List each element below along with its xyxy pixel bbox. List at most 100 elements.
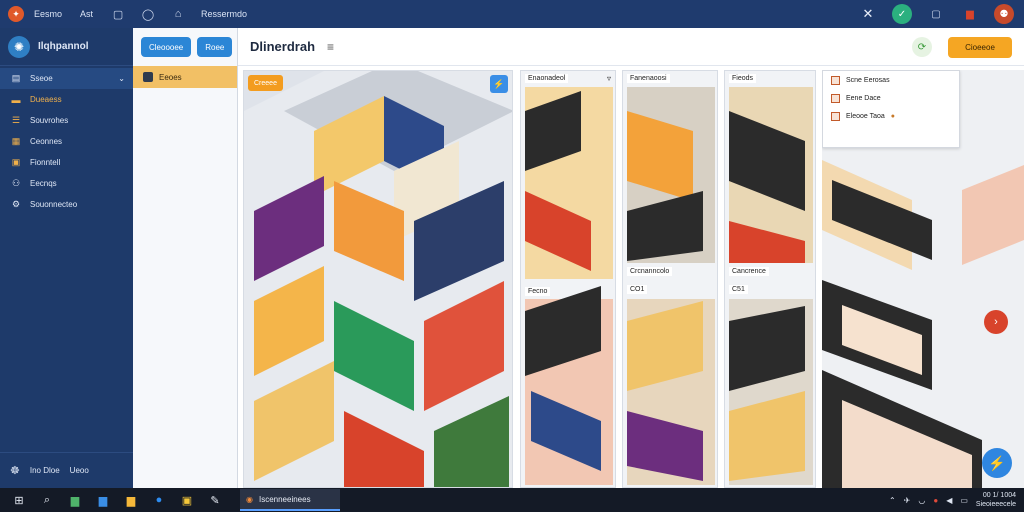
expand-icon[interactable]: ⚡ — [490, 75, 508, 93]
popup-row[interactable]: Scne Eerosas — [823, 71, 959, 89]
secondary-panel: Cleoooee Roee Eeoes — [133, 28, 238, 488]
check-circle-icon[interactable]: ✓ — [892, 4, 912, 24]
main-header: Dlinerdrah ≡ ⟳ Cioeeoe — [238, 28, 1024, 66]
sidebar-item-label: Sseoe — [30, 74, 53, 83]
files-icon[interactable]: ▆ — [64, 491, 86, 509]
checkbox-icon[interactable] — [831, 75, 840, 85]
floor-plan-detail[interactable]: Scne Eerosas Eene Dace Eleooe Taoa ● › ⚡ — [822, 70, 1024, 488]
popup-row[interactable]: Eleooe Taoa ● — [823, 107, 959, 125]
chart-icon: ▦ — [11, 136, 21, 146]
info-popup: Scne Eerosas Eene Dace Eleooe Taoa ● — [822, 70, 960, 148]
card-sub-label: Cancrence — [729, 267, 769, 276]
sidebar-title: Ilqhpannol — [38, 41, 89, 52]
card-sub-label: Crcnanncolo — [627, 267, 673, 276]
sidebar-item-0[interactable]: ▤ Sseoe ⌄ — [0, 68, 133, 89]
refresh-icon[interactable]: ⟳ — [912, 37, 932, 57]
next-arrow-icon[interactable]: › — [984, 310, 1008, 334]
main-area: Dlinerdrah ≡ ⟳ Cioeeoe Creeee ⚡ Enaonade… — [238, 28, 1024, 488]
sidebar-item-3[interactable]: ▦ Ceonnes — [0, 131, 133, 152]
settings-icon: ⚙ — [11, 199, 21, 209]
footer-label-left[interactable]: Ino Dloe — [30, 466, 60, 475]
system-tray: ⌃ ✈ ◡ ● ◀ ▭ 00 1/ 1004 Sieoieeecele — [889, 491, 1016, 509]
floor-plan-card-large[interactable]: Creeee ⚡ — [243, 70, 513, 488]
checkbox-icon[interactable] — [831, 93, 840, 103]
app-icon[interactable]: ▣ — [176, 491, 198, 509]
shop-illustration — [627, 87, 715, 485]
card-badge[interactable]: Creeee — [248, 75, 283, 91]
folder-icon: ▬ — [11, 94, 21, 105]
clock[interactable]: 00 1/ 1004 Sieoieeecele — [976, 491, 1016, 509]
secondary-button[interactable]: Roee — [197, 37, 233, 57]
sidebar: ✺ Ilqhpannol ▤ Sseoe ⌄ ▬ Dueaess ☰ Souvr… — [0, 28, 133, 488]
footer-label-right[interactable]: Ueoo — [70, 466, 89, 475]
menu-item-3[interactable]: Ressermdo — [201, 9, 247, 19]
card-sub-label: Fecno — [525, 287, 551, 296]
floor-plan-card[interactable]: Fanenaoosi Crcnanncolo CO1 — [622, 70, 718, 488]
primary-button[interactable]: Cleoooee — [141, 37, 192, 57]
app-logo-icon[interactable]: ✦ — [8, 6, 24, 22]
alert-icon[interactable]: ● — [933, 496, 938, 505]
pen-icon[interactable]: ✎ — [204, 491, 226, 509]
top-bar: ✦ Eesmo Ast ▢ ◯ ⌂ Ressermdo ✕ ✓ ▢ ▆ ⚉ — [0, 0, 1024, 28]
popup-row[interactable]: Eene Dace — [823, 89, 959, 107]
taskbar-active-app-label: Iscenneeinees — [258, 494, 311, 504]
browser-icon[interactable]: ● — [148, 491, 170, 509]
close-icon[interactable]: ✕ — [858, 4, 878, 24]
lightning-fab-icon[interactable]: ⚡ — [982, 448, 1012, 478]
selected-item-label: Eeoes — [159, 72, 182, 82]
page-title: Dlinerdrah — [250, 39, 316, 54]
start-icon[interactable]: ⊞ — [8, 491, 30, 509]
chat-icon[interactable]: ▢ — [111, 7, 125, 21]
profile-icon[interactable]: ⚉ — [994, 4, 1014, 24]
sidebar-footer: ☸ Ino Dloe Ueoo — [0, 452, 133, 488]
popup-row-label: Eene Dace — [846, 94, 881, 102]
sidebar-item-1[interactable]: ▬ Dueaess — [0, 89, 133, 110]
card-count: CO1 — [627, 285, 648, 294]
taskbar-active-app[interactable]: ◉ Iscenneeinees — [240, 489, 340, 511]
floor-plan-card[interactable]: Fieods Cancrence C51 — [724, 70, 816, 488]
sidebar-item-6[interactable]: ⚙ Souonnecteo — [0, 194, 133, 215]
action-button[interactable]: Cioeeoe — [948, 37, 1012, 58]
wifi-icon[interactable]: ◡ — [918, 496, 925, 505]
sidebar-item-label: Souvrohes — [30, 116, 69, 125]
sidebar-item-label: Souonnecteo — [30, 200, 78, 209]
sidebar-item-5[interactable]: ⚇ Eecnqs — [0, 173, 133, 194]
shop-illustration — [729, 87, 813, 485]
chevron-down-icon[interactable]: ⌄ — [118, 74, 125, 83]
app-logo-icon: ◉ — [246, 494, 253, 504]
sidebar-item-label: Fionntell — [30, 158, 61, 167]
volume-icon[interactable]: ◀ — [946, 496, 952, 505]
popup-row-label: Eleooe Taoa — [846, 112, 885, 120]
popup-row-label: Scne Eerosas — [846, 76, 890, 84]
checkbox-icon[interactable] — [831, 111, 840, 121]
grid-icon: ▤ — [11, 73, 21, 83]
sidebar-item-label: Eecnqs — [30, 179, 57, 188]
shop-illustration — [525, 87, 613, 485]
list-icon: ☰ — [11, 115, 21, 125]
isometric-mall-illustration — [244, 71, 512, 487]
sidebar-item-4[interactable]: ▣ Fionntell — [0, 152, 133, 173]
floor-plan-card[interactable]: Enaonadeol ▿ Fecno — [520, 70, 616, 488]
menu-item-1[interactable]: Eesmo — [34, 9, 62, 19]
selected-item[interactable]: Eeoes — [133, 66, 237, 88]
cookie-icon: ● — [890, 112, 896, 120]
users-icon: ⚇ — [11, 178, 21, 188]
store-icon[interactable]: ▆ — [92, 491, 114, 509]
chevron-up-icon[interactable]: ⌃ — [889, 496, 896, 505]
search-icon[interactable]: ⌕ — [36, 491, 58, 509]
shield-icon[interactable]: ◯ — [141, 7, 155, 21]
battery-icon[interactable]: ▭ — [960, 496, 968, 505]
sidebar-item-2[interactable]: ☰ Souvrohes — [0, 110, 133, 131]
user-icon[interactable]: ☸ — [10, 464, 20, 477]
network-icon[interactable]: ✈ — [904, 496, 911, 505]
taskbar: ⊞ ⌕ ▆ ▆ ▆ ● ▣ ✎ ◉ Iscenneeinees ⌃ ✈ ◡ ● … — [0, 488, 1024, 512]
card-count: C51 — [729, 285, 748, 294]
menu-item-2[interactable]: Ast — [80, 9, 93, 19]
folder-icon[interactable]: ▆ — [120, 491, 142, 509]
hamburger-icon[interactable]: ≡ — [327, 40, 334, 54]
item-icon — [143, 72, 153, 82]
clock-date: Sieoieeecele — [975, 501, 1016, 508]
home-icon[interactable]: ⌂ — [171, 7, 185, 21]
square-icon[interactable]: ▢ — [926, 4, 946, 24]
flag-icon[interactable]: ▆ — [960, 4, 980, 24]
